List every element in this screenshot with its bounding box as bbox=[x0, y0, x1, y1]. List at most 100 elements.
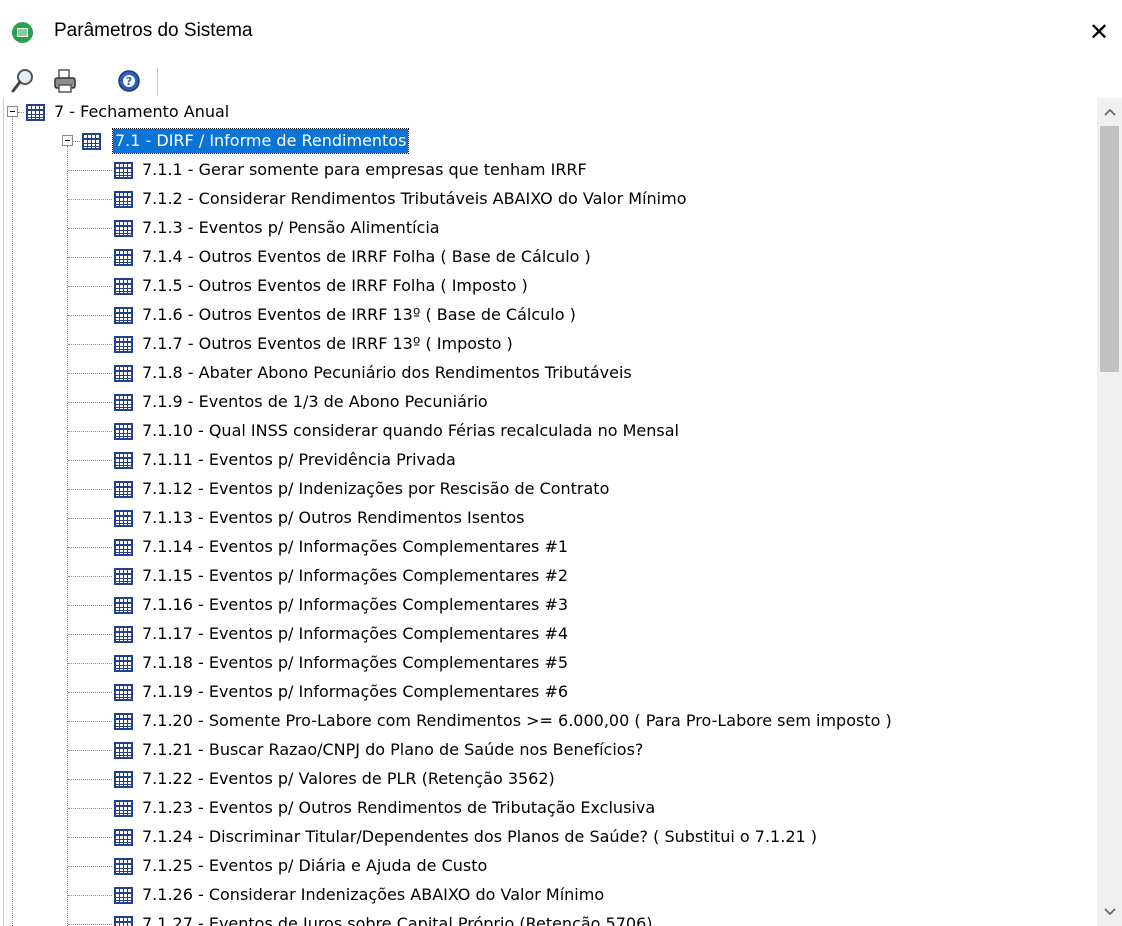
tree-node-label[interactable]: 7.1.11 - Eventos p/ Previdência Privada bbox=[140, 448, 458, 472]
tree-node-label[interactable]: 7.1.26 - Considerar Indenizações ABAIXO … bbox=[140, 883, 606, 907]
tree-node-item[interactable]: 7.1.11 - Eventos p/ Previdência Privada bbox=[4, 446, 1094, 475]
tree-node-label[interactable]: 7.1.20 - Somente Pro-Labore com Rendimen… bbox=[140, 709, 894, 733]
tree-node-label[interactable]: 7.1.24 - Discriminar Titular/Dependentes… bbox=[140, 825, 819, 849]
tree-connector-line bbox=[68, 257, 112, 258]
tree-node-item[interactable]: 7.1.8 - Abater Abono Pecuniário dos Rend… bbox=[4, 359, 1094, 388]
table-icon bbox=[114, 220, 133, 237]
table-icon bbox=[114, 800, 133, 817]
printer-icon[interactable] bbox=[52, 67, 78, 95]
tree-node-item[interactable]: 7.1.21 - Buscar Razao/CNPJ do Plano de S… bbox=[4, 736, 1094, 765]
tree-connector-line bbox=[68, 576, 112, 577]
toolbar: ? bbox=[0, 64, 1122, 98]
tree-node-item[interactable]: 7.1.9 - Eventos de 1/3 de Abono Pecuniár… bbox=[4, 388, 1094, 417]
tree-node-item[interactable]: 7.1.17 - Eventos p/ Informações Compleme… bbox=[4, 620, 1094, 649]
tree-node-root[interactable]: 7 - Fechamento Anual bbox=[4, 98, 1094, 127]
tree-node-label[interactable]: 7.1.22 - Eventos p/ Valores de PLR (Rete… bbox=[140, 767, 557, 791]
tree-node-item[interactable]: 7.1.26 - Considerar Indenizações ABAIXO … bbox=[4, 881, 1094, 910]
tree-node-label[interactable]: 7.1.7 - Outros Eventos de IRRF 13º ( Imp… bbox=[140, 332, 515, 356]
tree-connector-line bbox=[68, 402, 112, 403]
tree-node-item[interactable]: 7.1.13 - Eventos p/ Outros Rendimentos I… bbox=[4, 504, 1094, 533]
tree-node-label[interactable]: 7.1.1 - Gerar somente para empresas que … bbox=[140, 158, 589, 182]
tree-node-item[interactable]: 7.1.12 - Eventos p/ Indenizações por Res… bbox=[4, 475, 1094, 504]
tree-connector-line bbox=[68, 895, 112, 896]
tree-node-label[interactable]: 7.1.25 - Eventos p/ Diária e Ajuda de Cu… bbox=[140, 854, 489, 878]
tree-node-label[interactable]: 7.1.10 - Qual INSS considerar quando Fér… bbox=[140, 419, 681, 443]
tree-node-item[interactable]: 7.1.14 - Eventos p/ Informações Compleme… bbox=[4, 533, 1094, 562]
collapse-toggle-icon[interactable] bbox=[62, 135, 73, 146]
tree-connector-line bbox=[68, 721, 112, 722]
tree-connector-line bbox=[68, 605, 112, 606]
tree-connector-line bbox=[68, 547, 112, 548]
svg-text:?: ? bbox=[126, 75, 132, 88]
scroll-up-arrow-icon[interactable] bbox=[1097, 98, 1122, 126]
tree-node-label[interactable]: 7.1 - DIRF / Informe de Rendimentos bbox=[111, 128, 410, 154]
collapse-toggle-icon[interactable] bbox=[7, 106, 18, 117]
tree-connector-line bbox=[68, 808, 112, 809]
table-icon bbox=[114, 191, 133, 208]
tree-node-item[interactable]: 7.1.24 - Discriminar Titular/Dependentes… bbox=[4, 823, 1094, 852]
tree-node-item[interactable]: 7.1.4 - Outros Eventos de IRRF Folha ( B… bbox=[4, 243, 1094, 272]
tree-node-label[interactable]: 7.1.21 - Buscar Razao/CNPJ do Plano de S… bbox=[140, 738, 645, 762]
tree-node-label[interactable]: 7.1.5 - Outros Eventos de IRRF Folha ( I… bbox=[140, 274, 530, 298]
table-icon bbox=[114, 452, 133, 469]
tree-node-item[interactable]: 7.1.7 - Outros Eventos de IRRF 13º ( Imp… bbox=[4, 330, 1094, 359]
tree-node-label[interactable]: 7.1.14 - Eventos p/ Informações Compleme… bbox=[140, 535, 570, 559]
toolbar-separator bbox=[157, 68, 158, 96]
tree-node-item[interactable]: 7.1.16 - Eventos p/ Informações Compleme… bbox=[4, 591, 1094, 620]
tree-node-item[interactable]: 7.1.10 - Qual INSS considerar quando Fér… bbox=[4, 417, 1094, 446]
tree-node-label[interactable]: 7.1.15 - Eventos p/ Informações Compleme… bbox=[140, 564, 570, 588]
tree-node-label[interactable]: 7.1.16 - Eventos p/ Informações Compleme… bbox=[140, 593, 570, 617]
tree-node-item[interactable]: 7.1.20 - Somente Pro-Labore com Rendimen… bbox=[4, 707, 1094, 736]
tree-connector-line bbox=[68, 170, 112, 171]
tree-node-item[interactable]: 7.1.3 - Eventos p/ Pensão Alimentícia bbox=[4, 214, 1094, 243]
tree-node-item[interactable]: 7.1.6 - Outros Eventos de IRRF 13º ( Bas… bbox=[4, 301, 1094, 330]
tree-node-item[interactable]: 7.1.2 - Considerar Rendimentos Tributáve… bbox=[4, 185, 1094, 214]
tree-node-label[interactable]: 7.1.27 - Eventos de Juros sobre Capital … bbox=[140, 912, 655, 926]
tree-node-label[interactable]: 7.1.12 - Eventos p/ Indenizações por Res… bbox=[140, 477, 611, 501]
tree-node-group[interactable]: 7.1 - DIRF / Informe de Rendimentos bbox=[4, 127, 1094, 156]
table-icon bbox=[114, 162, 133, 179]
tree-node-label[interactable]: 7.1.17 - Eventos p/ Informações Compleme… bbox=[140, 622, 570, 646]
tree-node-label[interactable]: 7.1.9 - Eventos de 1/3 de Abono Pecuniár… bbox=[140, 390, 490, 414]
tree-connector-line bbox=[68, 315, 112, 316]
tree-node-item[interactable]: 7.1.15 - Eventos p/ Informações Compleme… bbox=[4, 562, 1094, 591]
table-icon bbox=[114, 539, 133, 556]
tree-node-item[interactable]: 7.1.22 - Eventos p/ Valores de PLR (Rete… bbox=[4, 765, 1094, 794]
tree-node-item[interactable]: 7.1.18 - Eventos p/ Informações Compleme… bbox=[4, 649, 1094, 678]
table-icon bbox=[114, 742, 133, 759]
tree-node-label[interactable]: 7.1.6 - Outros Eventos de IRRF 13º ( Bas… bbox=[140, 303, 578, 327]
tree-node-item[interactable]: 7.1.1 - Gerar somente para empresas que … bbox=[4, 156, 1094, 185]
help-icon[interactable]: ? bbox=[116, 67, 142, 95]
close-button[interactable]: ✕ bbox=[1076, 10, 1122, 54]
tree-node-label[interactable]: 7.1.4 - Outros Eventos de IRRF Folha ( B… bbox=[140, 245, 593, 269]
tree-connector-line bbox=[68, 924, 112, 925]
parameters-tree[interactable]: 7 - Fechamento Anual 7.1 - DIRF / Inform… bbox=[3, 98, 1098, 926]
scrollbar-thumb[interactable] bbox=[1100, 126, 1119, 372]
tree-node-item[interactable]: 7.1.27 - Eventos de Juros sobre Capital … bbox=[4, 910, 1094, 926]
table-icon bbox=[114, 394, 133, 411]
title-bar: Parâmetros do Sistema ✕ bbox=[0, 0, 1122, 64]
tree-connector-line bbox=[68, 663, 112, 664]
tree-node-label[interactable]: 7.1.3 - Eventos p/ Pensão Alimentícia bbox=[140, 216, 442, 240]
table-icon bbox=[114, 771, 133, 788]
scroll-down-arrow-icon[interactable] bbox=[1097, 898, 1122, 926]
tree-connector-line bbox=[68, 286, 112, 287]
tree-node-label[interactable]: 7.1.8 - Abater Abono Pecuniário dos Rend… bbox=[140, 361, 634, 385]
tree-connector-line bbox=[68, 199, 112, 200]
search-icon[interactable] bbox=[10, 67, 36, 95]
tree-node-label[interactable]: 7.1.2 - Considerar Rendimentos Tributáve… bbox=[140, 187, 688, 211]
tree-node-item[interactable]: 7.1.23 - Eventos p/ Outros Rendimentos d… bbox=[4, 794, 1094, 823]
tree-node-label[interactable]: 7.1.18 - Eventos p/ Informações Compleme… bbox=[140, 651, 570, 675]
tree-node-label[interactable]: 7.1.23 - Eventos p/ Outros Rendimentos d… bbox=[140, 796, 657, 820]
tree-node-label[interactable]: 7.1.13 - Eventos p/ Outros Rendimentos I… bbox=[140, 506, 526, 530]
tree-node-item[interactable]: 7.1.25 - Eventos p/ Diária e Ajuda de Cu… bbox=[4, 852, 1094, 881]
table-icon bbox=[114, 249, 133, 266]
tree-node-label[interactable]: 7.1.19 - Eventos p/ Informações Compleme… bbox=[140, 680, 570, 704]
vertical-scrollbar[interactable] bbox=[1097, 98, 1122, 926]
table-icon bbox=[114, 365, 133, 382]
tree-node-item[interactable]: 7.1.19 - Eventos p/ Informações Compleme… bbox=[4, 678, 1094, 707]
window-title: Parâmetros do Sistema bbox=[54, 20, 253, 41]
tree-node-item[interactable]: 7.1.5 - Outros Eventos de IRRF Folha ( I… bbox=[4, 272, 1094, 301]
tree-node-label[interactable]: 7 - Fechamento Anual bbox=[52, 100, 231, 124]
table-icon bbox=[114, 916, 133, 926]
